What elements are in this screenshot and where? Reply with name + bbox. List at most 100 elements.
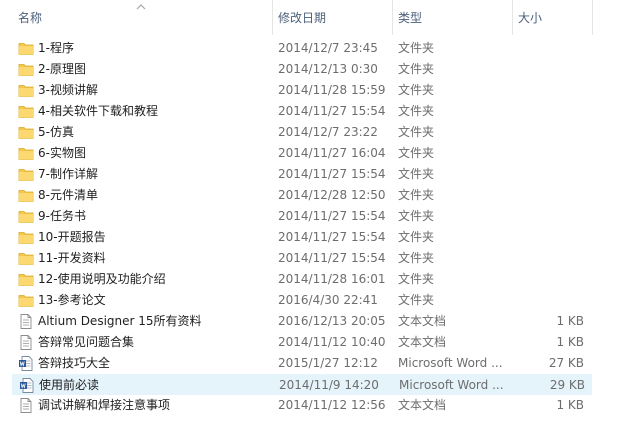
file-name: Altium Designer 15所有资料 — [38, 314, 202, 328]
file-date-modified: 2014/11/27 15:54 — [278, 167, 386, 181]
file-size: 1 KB — [556, 314, 584, 328]
folder-icon — [18, 251, 34, 266]
column-header-size[interactable]: 大小 — [512, 0, 592, 35]
file-date-modified: 2014/11/12 10:40 — [278, 335, 386, 349]
file-size: 27 KB — [548, 356, 584, 370]
file-name: 使用前必读 — [39, 378, 100, 392]
text-file-icon — [18, 314, 34, 329]
file-name: 13-参考论文 — [38, 293, 106, 307]
sort-ascending-icon — [136, 4, 146, 10]
file-name: 11-开发资料 — [38, 251, 106, 265]
file-date-modified: 2016/4/30 22:41 — [278, 293, 378, 307]
file-size — [518, 290, 584, 311]
file-date-modified: 2014/11/27 15:54 — [278, 251, 386, 265]
file-size: 1 KB — [556, 335, 584, 349]
file-name: 9-任务书 — [38, 209, 86, 223]
file-date-modified: 2014/11/27 15:54 — [278, 104, 386, 118]
file-date-modified: 2014/11/12 12:56 — [278, 398, 386, 412]
folder-icon — [18, 104, 34, 119]
file-type: 文件夹 — [398, 251, 435, 265]
folder-icon — [18, 41, 34, 56]
word-file-icon — [18, 356, 34, 371]
file-name: 调试讲解和焊接注意事项 — [38, 398, 171, 412]
folder-icon — [18, 167, 34, 182]
word-file-icon — [19, 378, 35, 393]
file-size: 29 KB — [549, 378, 585, 392]
list-item[interactable]: 答辩常见问题合集 2014/11/12 10:40 文本文档 1 KB — [12, 332, 592, 353]
file-date-modified: 2014/12/28 12:50 — [278, 188, 386, 202]
folder-icon — [18, 293, 34, 308]
file-date-modified: 2014/11/9 14:20 — [279, 378, 379, 392]
list-item[interactable]: 7-制作详解 2014/11/27 15:54 文件夹 — [12, 164, 592, 185]
file-name: 8-元件清单 — [38, 188, 98, 202]
list-item-selected[interactable]: 使用前必读 2014/11/9 14:20 Microsoft Word ... 29… — [12, 374, 592, 395]
file-type: 文件夹 — [398, 146, 435, 160]
list-item[interactable]: 3-视频讲解 2014/11/28 15:59 文件夹 — [12, 80, 592, 101]
file-date-modified: 2014/11/28 16:01 — [278, 272, 386, 286]
list-item[interactable]: 调试讲解和焊接注意事项 2014/11/12 12:56 文本文档 1 KB — [12, 395, 592, 416]
file-type: 文件夹 — [398, 188, 435, 202]
list-item[interactable]: 1-程序 2014/12/7 23:45 文件夹 — [12, 38, 592, 59]
file-date-modified: 2016/12/13 20:05 — [278, 314, 386, 328]
file-type: Microsoft Word ... — [399, 378, 504, 392]
file-date-modified: 2014/11/28 15:59 — [278, 83, 386, 97]
column-header-type[interactable]: 类型 — [392, 0, 512, 35]
file-type: 文件夹 — [398, 41, 435, 55]
file-type: 文件夹 — [398, 125, 435, 139]
file-date-modified: 2014/11/27 15:54 — [278, 209, 386, 223]
file-type: 文本文档 — [398, 314, 447, 328]
file-name: 答辩技巧大全 — [38, 356, 111, 370]
file-type: 文件夹 — [398, 83, 435, 97]
list-item[interactable]: 12-使用说明及功能介绍 2014/11/28 16:01 文件夹 — [12, 269, 592, 290]
folder-icon — [18, 272, 34, 287]
list-item[interactable]: 6-实物图 2014/11/27 16:04 文件夹 — [12, 143, 592, 164]
file-date-modified: 2014/11/27 15:54 — [278, 230, 386, 244]
file-size — [518, 59, 584, 80]
file-date-modified: 2014/12/7 23:22 — [278, 125, 378, 139]
file-name: 12-使用说明及功能介绍 — [38, 272, 166, 286]
file-size — [518, 38, 584, 59]
file-date-modified: 2014/12/13 0:30 — [278, 62, 378, 76]
folder-icon — [18, 125, 34, 140]
folder-icon — [18, 209, 34, 224]
file-size: 1 KB — [556, 398, 584, 412]
file-type: 文本文档 — [398, 335, 447, 349]
file-name: 2-原理图 — [38, 62, 86, 76]
file-size — [518, 164, 584, 185]
folder-icon — [18, 146, 34, 161]
file-name: 3-视频讲解 — [38, 83, 98, 97]
list-item[interactable]: 答辩技巧大全 2015/1/27 12:12 Microsoft Word ... 2… — [12, 353, 592, 374]
file-name: 6-实物图 — [38, 146, 86, 160]
list-item[interactable]: 13-参考论文 2016/4/30 22:41 文件夹 — [12, 290, 592, 311]
file-type: 文件夹 — [398, 104, 435, 118]
list-item[interactable]: 10-开题报告 2014/11/27 15:54 文件夹 — [12, 227, 592, 248]
list-item[interactable]: 2-原理图 2014/12/13 0:30 文件夹 — [12, 59, 592, 80]
list-item[interactable]: 5-仿真 2014/12/7 23:22 文件夹 — [12, 122, 592, 143]
list-item[interactable]: 11-开发资料 2014/11/27 15:54 文件夹 — [12, 248, 592, 269]
file-size — [518, 185, 584, 206]
file-name: 10-开题报告 — [38, 230, 106, 244]
file-type: 文本文档 — [398, 398, 447, 412]
file-name: 4-相关软件下载和教程 — [38, 104, 158, 118]
text-file-icon — [18, 335, 34, 350]
file-size — [518, 248, 584, 269]
file-type: 文件夹 — [398, 272, 435, 286]
file-name: 7-制作详解 — [38, 167, 98, 181]
list-item[interactable]: 9-任务书 2014/11/27 15:54 文件夹 — [12, 206, 592, 227]
file-type: Microsoft Word ... — [398, 356, 503, 370]
file-name: 答辩常见问题合集 — [38, 335, 135, 349]
column-divider[interactable] — [592, 0, 593, 35]
list-item[interactable]: Altium Designer 15所有资料 2016/12/13 20:05 文本… — [12, 311, 592, 332]
list-item[interactable]: 8-元件清单 2014/12/28 12:50 文件夹 — [12, 185, 592, 206]
column-header: 名称 修改日期 类型 大小 — [0, 0, 620, 35]
file-date-modified: 2015/1/27 12:12 — [278, 356, 378, 370]
column-header-date[interactable]: 修改日期 — [272, 0, 392, 35]
file-type: 文件夹 — [398, 167, 435, 181]
file-size — [518, 206, 584, 227]
file-size — [518, 101, 584, 122]
file-type: 文件夹 — [398, 62, 435, 76]
file-size — [518, 122, 584, 143]
list-item[interactable]: 4-相关软件下载和教程 2014/11/27 15:54 文件夹 — [12, 101, 592, 122]
file-size — [518, 143, 584, 164]
file-date-modified: 2014/12/7 23:45 — [278, 41, 378, 55]
